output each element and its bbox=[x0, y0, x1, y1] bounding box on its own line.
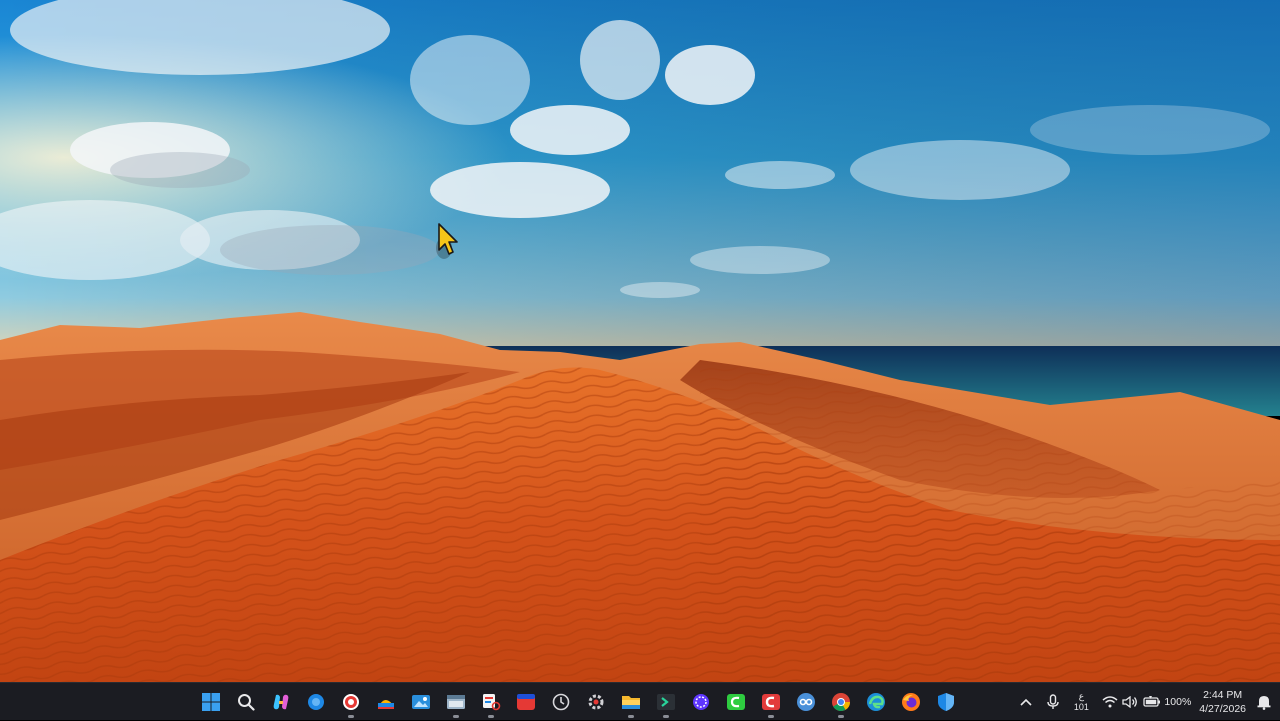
language-layout-label: 101 bbox=[1073, 702, 1089, 712]
blue-circle-icon bbox=[307, 694, 324, 710]
bell-icon bbox=[1257, 696, 1271, 710]
red-c-app-icon bbox=[761, 694, 780, 710]
clock-date: 4/27/2026 bbox=[1199, 703, 1246, 715]
clock-icon bbox=[552, 693, 569, 711]
system-tray: ع 101 100% 2:44 PM 4/27/2026 bbox=[1014, 683, 1280, 721]
red-app-icon bbox=[516, 694, 535, 710]
app-blue-circle-button[interactable] bbox=[298, 684, 333, 720]
search-button[interactable] bbox=[228, 684, 263, 720]
desktop[interactable] bbox=[0, 0, 1280, 682]
app-window-button[interactable] bbox=[438, 684, 473, 720]
app-snipping-button[interactable] bbox=[473, 684, 508, 720]
terminal-icon bbox=[656, 694, 675, 710]
language-script-label: ع bbox=[1078, 691, 1085, 701]
photos-icon bbox=[411, 695, 430, 709]
chrome-button[interactable] bbox=[823, 684, 858, 720]
app-purple-circle-button[interactable] bbox=[683, 684, 718, 720]
app-settings-button[interactable] bbox=[578, 684, 613, 720]
desert-wallpaper bbox=[0, 0, 1280, 682]
gear-icon bbox=[588, 694, 603, 710]
green-app-icon bbox=[726, 694, 745, 710]
record-icon bbox=[342, 694, 359, 710]
window-app-icon bbox=[446, 695, 465, 709]
volume-icon bbox=[1122, 696, 1138, 708]
app-colorful-button[interactable] bbox=[368, 684, 403, 720]
snipping-tool-icon bbox=[482, 694, 500, 711]
start-button[interactable] bbox=[193, 684, 228, 720]
shield-icon bbox=[937, 693, 954, 711]
app-photos-button[interactable] bbox=[403, 684, 438, 720]
file-explorer-button[interactable] bbox=[613, 684, 648, 720]
mouse-pointer-icon bbox=[436, 223, 458, 259]
clock-time: 2:44 PM bbox=[1203, 689, 1243, 701]
chevron-up-icon bbox=[1020, 698, 1032, 706]
battery-charging-icon bbox=[1143, 696, 1161, 707]
qbittorrent-icon bbox=[796, 693, 815, 711]
app-terminal-button[interactable] bbox=[648, 684, 683, 720]
windows-logo-icon bbox=[201, 693, 220, 711]
firefox-button[interactable] bbox=[893, 684, 928, 720]
purple-circle-icon bbox=[692, 694, 709, 710]
colorful-app-icon bbox=[377, 700, 394, 709]
defender-button[interactable] bbox=[928, 684, 963, 720]
qbittorrent-button[interactable] bbox=[788, 684, 823, 720]
edge-icon bbox=[866, 693, 885, 711]
battery-percent: 100% bbox=[1164, 696, 1192, 708]
app-red-c-button[interactable] bbox=[753, 684, 788, 720]
firefox-icon bbox=[901, 693, 920, 711]
show-hidden-icons-button[interactable] bbox=[1014, 684, 1038, 720]
quick-settings-button[interactable]: 100% bbox=[1094, 684, 1191, 720]
copilot-icon bbox=[273, 694, 288, 710]
input-language-button[interactable]: ع 101 bbox=[1068, 684, 1094, 720]
app-clock-button[interactable] bbox=[543, 684, 578, 720]
microphone-icon bbox=[1047, 694, 1060, 709]
app-green-square-button[interactable] bbox=[718, 684, 753, 720]
edge-button[interactable] bbox=[858, 684, 893, 720]
folder-icon bbox=[621, 696, 640, 709]
taskbar: ع 101 100% 2:44 PM 4/27/2026 bbox=[0, 682, 1280, 720]
notifications-button[interactable] bbox=[1252, 684, 1280, 720]
search-icon bbox=[237, 694, 255, 711]
microphone-button[interactable] bbox=[1038, 684, 1068, 720]
app-red-record-button[interactable] bbox=[333, 684, 368, 720]
chrome-icon bbox=[831, 693, 850, 712]
taskbar-apps bbox=[193, 683, 963, 721]
wifi-icon bbox=[1102, 696, 1118, 708]
copilot-button[interactable] bbox=[263, 684, 298, 720]
clock-button[interactable]: 2:44 PM 4/27/2026 bbox=[1191, 684, 1252, 720]
app-red-square-button[interactable] bbox=[508, 684, 543, 720]
